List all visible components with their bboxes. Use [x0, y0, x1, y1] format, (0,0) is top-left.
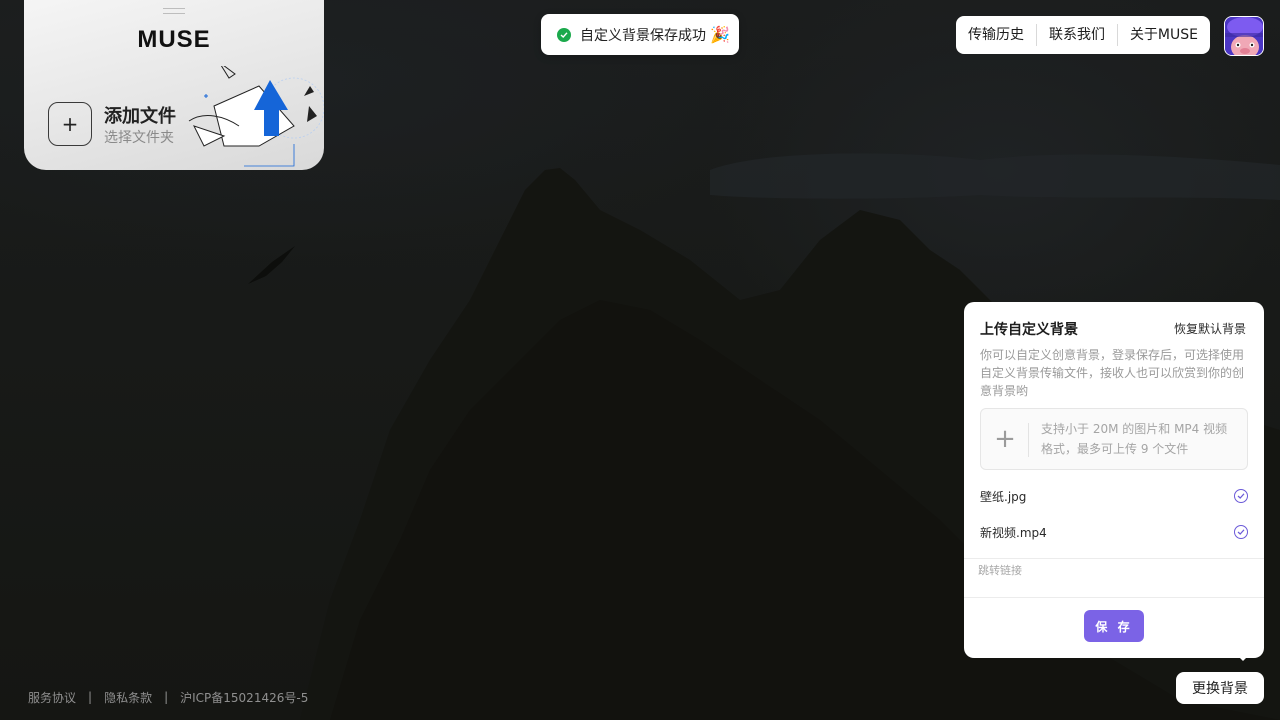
upload-card: MUSE + 添加文件 选择文件夹: [24, 0, 324, 170]
panel-description: 你可以自定义创意背景，登录保存后，可选择使用自定义背景传输文件，接收人也可以欣赏…: [980, 348, 1245, 398]
success-toast: 自定义背景保存成功 🎉: [541, 14, 739, 55]
nav-item-transfer-history[interactable]: 传输历史: [956, 24, 1036, 46]
list-item[interactable]: 新视频.mp4: [980, 522, 1248, 542]
dropzone-divider: [1028, 423, 1029, 457]
dropzone-hint: 支持小于 20M 的图片和 MP4 视频格式，最多可上传 9 个文件: [1041, 422, 1228, 456]
redirect-link-field: [964, 558, 1264, 598]
avatar[interactable]: [1224, 16, 1264, 56]
toast-message: 自定义背景保存成功: [580, 27, 706, 44]
panel-caret: [1237, 655, 1249, 661]
file-name: 新视频.mp4: [980, 525, 1047, 540]
top-nav: 传输历史 联系我们 关于MUSE: [956, 16, 1210, 54]
add-file-button[interactable]: +: [48, 102, 92, 146]
custom-background-panel: 上传自定义背景 恢复默认背景 你可以自定义创意背景，登录保存后，可选择使用自定义…: [964, 302, 1264, 658]
select-folder-link[interactable]: 选择文件夹: [104, 127, 174, 147]
footer-separator: |: [88, 690, 93, 704]
file-name: 壁纸.jpg: [980, 489, 1027, 504]
plus-icon: +: [61, 112, 79, 136]
file-dropzone[interactable]: + 支持小于 20M 的图片和 MP4 视频格式，最多可上传 9 个文件: [980, 408, 1248, 470]
footer-link-terms[interactable]: 服务协议: [28, 689, 76, 706]
footer: 服务协议 | 隐私条款 | 沪ICP备15021426号-5: [28, 688, 308, 706]
plus-icon: +: [994, 424, 1016, 454]
nav-item-about[interactable]: 关于MUSE: [1118, 24, 1210, 46]
change-background-button[interactable]: 更换背景: [1176, 672, 1264, 704]
footer-link-icp[interactable]: 沪ICP备15021426号-5: [180, 689, 308, 706]
check-circle-icon[interactable]: [1234, 525, 1248, 539]
party-popper-icon: 🎉: [710, 25, 730, 44]
brand-logo: MUSE: [137, 26, 211, 53]
list-item[interactable]: 壁纸.jpg: [980, 486, 1248, 506]
footer-separator: |: [164, 690, 169, 704]
drag-handle[interactable]: [163, 8, 185, 14]
avatar-image: [1225, 17, 1263, 55]
reset-default-background-button[interactable]: 恢复默认背景: [1174, 320, 1246, 337]
save-button[interactable]: 保 存: [1084, 610, 1144, 642]
add-file-title[interactable]: 添加文件: [104, 102, 176, 128]
redirect-link-input[interactable]: [964, 560, 1264, 581]
check-circle-icon[interactable]: [1234, 489, 1248, 503]
panel-title: 上传自定义背景: [980, 322, 1078, 338]
nav-item-contact-us[interactable]: 联系我们: [1037, 24, 1117, 46]
check-circle-icon: [557, 27, 571, 42]
upload-illustration: [188, 66, 324, 167]
footer-link-privacy[interactable]: 隐私条款: [104, 689, 152, 706]
